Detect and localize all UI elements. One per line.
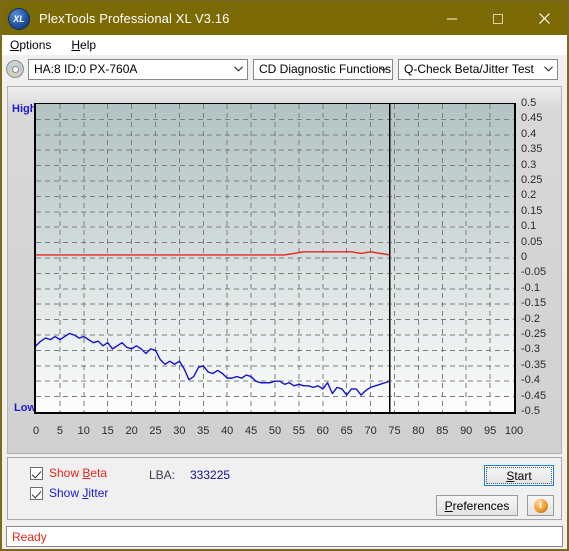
test-select-value: Q-Check Beta/Jitter Test <box>404 62 534 76</box>
chevron-down-icon <box>230 60 247 79</box>
y-axis-tick: 0.35 <box>521 143 543 156</box>
drive-select[interactable]: HA:8 ID:0 PX-760A <box>28 58 248 80</box>
y-axis-tick: 0.5 <box>521 97 537 109</box>
show-jitter-row[interactable]: Show Jitter <box>30 486 108 500</box>
x-axis-tick: 70 <box>364 425 377 437</box>
x-axis-tick: 25 <box>149 425 162 437</box>
info-button[interactable]: i <box>527 495 554 516</box>
x-axis-tick: 0 <box>32 425 40 437</box>
status-text: Ready <box>12 529 47 544</box>
chart-panel: High Low 0.5 0.45 0.4 0.35 0.3 0.25 0.2 0.15 0.1… <box>7 86 562 454</box>
window-buttons <box>429 2 567 35</box>
y-axis-tick: -0.05 <box>521 266 547 279</box>
status-bar: Ready <box>6 526 563 547</box>
minimize-icon[interactable] <box>429 2 475 35</box>
y-axis-tick: -0.4 <box>521 374 540 387</box>
show-beta-row[interactable]: Show Beta <box>30 466 107 480</box>
plot-area <box>34 103 516 414</box>
start-button-label: Start <box>506 468 532 483</box>
chart-canvas <box>36 104 514 412</box>
x-axis-tick: 55 <box>292 425 306 437</box>
close-icon[interactable] <box>521 2 567 35</box>
show-beta-checkbox[interactable] <box>30 466 43 480</box>
axis-label-high: High <box>12 103 37 115</box>
y-axis-tick: 0.4 <box>521 127 537 140</box>
window-title: PlexTools Professional XL V3.16 <box>39 11 230 26</box>
toolbar: HA:8 ID:0 PX-760A CD Diagnostic Function… <box>2 55 567 83</box>
controls-panel: Show Beta Show Jitter LBA: 333225 Start … <box>7 457 562 520</box>
x-axis-tick: 95 <box>483 425 497 437</box>
x-axis-tick: 5 <box>56 425 63 437</box>
x-axis-tick: 50 <box>268 425 282 437</box>
app-icon: XL <box>9 8 29 29</box>
y-axis-tick: 0.1 <box>521 220 537 233</box>
function-select-value: CD Diagnostic Functions <box>259 62 392 76</box>
show-jitter-label: Show Jitter <box>49 486 109 500</box>
lba-label: LBA: <box>149 468 176 482</box>
x-axis-tick: 15 <box>101 425 114 437</box>
x-axis-tick: 20 <box>125 425 138 437</box>
y-axis-tick: 0.45 <box>521 112 543 125</box>
show-jitter-checkbox[interactable] <box>30 486 43 500</box>
y-axis-tick: 0.15 <box>521 204 543 217</box>
chevron-down-icon <box>375 60 392 79</box>
x-axis-tick: 10 <box>77 425 90 437</box>
x-axis-tick: 35 <box>197 425 210 437</box>
y-axis-tick: -0.2 <box>521 312 540 325</box>
x-axis-tick: 60 <box>316 425 329 437</box>
y-axis-tick: 0.3 <box>521 158 537 171</box>
y-axis-tick: -0.1 <box>521 281 540 294</box>
test-select[interactable]: Q-Check Beta/Jitter Test <box>398 58 558 80</box>
chevron-down-icon <box>540 60 557 79</box>
y-axis-tick: -0.15 <box>521 297 547 310</box>
menu-item-options-label: ptions <box>19 38 52 52</box>
preferences-button[interactable]: Preferences <box>436 495 518 516</box>
function-select[interactable]: CD Diagnostic Functions <box>253 58 393 80</box>
y-axis-tick: 0.2 <box>521 189 537 202</box>
x-axis-tick: 100 <box>504 425 524 437</box>
menu-bar: Options Help <box>2 35 567 55</box>
lba-value: 333225 <box>190 468 231 482</box>
y-axis-tick: -0.3 <box>521 343 540 356</box>
menu-item-options[interactable]: Options <box>8 37 59 53</box>
menu-item-help[interactable]: Help <box>69 37 104 53</box>
y-axis-tick: 0.05 <box>521 235 543 248</box>
y-axis-tick: -0.45 <box>521 389 547 402</box>
menu-item-help-label: elp <box>80 38 97 52</box>
y-axis-tick: -0.5 <box>521 405 540 417</box>
x-axis-tick: 85 <box>436 425 449 437</box>
x-axis-tick: 40 <box>221 425 234 437</box>
x-axis-tick: 90 <box>460 425 473 437</box>
x-axis-tick: 65 <box>340 425 353 437</box>
y-axis-tick: -0.35 <box>521 358 547 371</box>
show-beta-label: Show Beta <box>49 466 108 480</box>
start-button[interactable]: Start <box>484 465 554 486</box>
y-axis-tick: 0 <box>521 251 528 263</box>
y-axis-tick-labels: 0.5 0.45 0.4 0.35 0.3 0.25 0.2 0.15 0.1 0.05 0 -0.0… <box>521 97 561 420</box>
y-axis-tick: 0.25 <box>521 174 543 186</box>
plextools-window: XL PlexTools Professional XL V3.16 Optio… <box>0 0 569 551</box>
x-axis-tick: 80 <box>412 425 425 437</box>
x-axis-tick: 45 <box>244 425 258 437</box>
drive-select-value: HA:8 ID:0 PX-760A <box>34 62 138 76</box>
y-axis-tick: -0.25 <box>521 328 547 340</box>
x-axis-tick: 75 <box>388 425 401 437</box>
disc-icon <box>6 60 24 78</box>
title-bar: XL PlexTools Professional XL V3.16 <box>2 2 567 35</box>
preferences-button-label: Preferences <box>444 498 510 513</box>
plot-wrapper <box>34 103 516 414</box>
maximize-icon[interactable] <box>475 2 521 35</box>
x-axis-tick-labels: 0 5 10 15 20 25 30 35 40 45 50 55 60 65 70 75 80 85 90 95 10… <box>32 425 534 441</box>
x-axis-tick: 30 <box>173 425 186 437</box>
axis-label-low: Low <box>14 402 36 414</box>
info-icon: i <box>533 498 548 513</box>
